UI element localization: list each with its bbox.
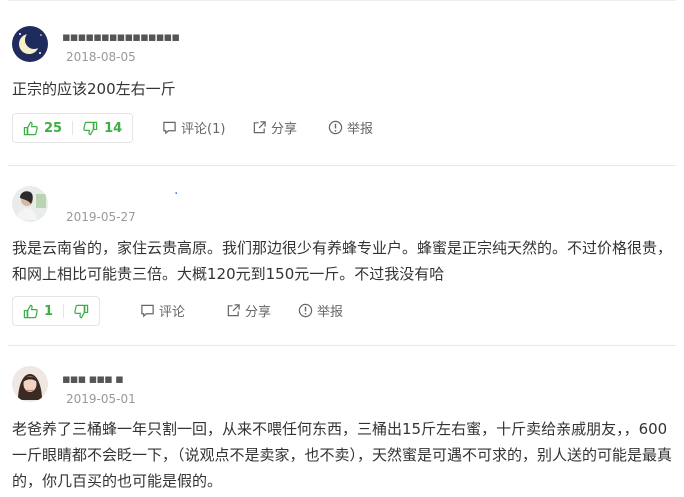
- like-count: 25: [44, 120, 63, 136]
- share-button[interactable]: 分享: [226, 296, 271, 324]
- comment-button[interactable]: 评论(1): [162, 113, 225, 141]
- dislike-button[interactable]: 14: [73, 114, 132, 142]
- user-photo-avatar-icon: [12, 186, 48, 222]
- comment-actions: 25 14 评论(1) 分享 举报: [12, 113, 672, 143]
- comment-date: 2019-05-01: [66, 392, 136, 406]
- thumbs-up-icon: [23, 304, 38, 318]
- username[interactable]: ▪▪▪ ▪▪▪ ▪: [62, 372, 124, 387]
- comment-text: 我是云南省的，家住云贵高原。我们那边很少有养蜂专业户。蜂蜜是正宗纯天然的。不过价…: [12, 239, 673, 283]
- username[interactable]: ▪▪▪▪▪▪▪▪▪▪▪▪▪▪▪: [62, 30, 180, 45]
- comment-date: 2018-08-05: [66, 50, 136, 64]
- like-button[interactable]: 1: [13, 297, 63, 325]
- share-button[interactable]: 分享: [252, 113, 297, 141]
- share-label: 分享: [245, 304, 272, 320]
- moon-avatar-icon: [12, 26, 48, 62]
- report-button[interactable]: 举报: [328, 113, 373, 141]
- comment-label: 评论: [159, 304, 186, 320]
- thumbs-up-icon: [23, 121, 38, 135]
- comment-label: 评论(1): [181, 121, 226, 137]
- share-icon: [253, 120, 266, 133]
- avatar[interactable]: [12, 186, 48, 222]
- report-icon: [298, 303, 313, 317]
- share-icon: [227, 303, 240, 316]
- comment-icon: [141, 304, 154, 317]
- comment-divider: [8, 345, 676, 346]
- comment-icon: [163, 121, 176, 134]
- report-icon: [328, 120, 343, 134]
- dislike-button[interactable]: [64, 297, 99, 325]
- user-photo-avatar-icon: [12, 366, 48, 402]
- avatar[interactable]: [12, 26, 48, 62]
- dislike-count: 14: [104, 120, 123, 136]
- username[interactable]: ·: [174, 186, 179, 202]
- comment-divider: [8, 165, 676, 166]
- vote-box: 1: [12, 296, 101, 326]
- share-label: 分享: [271, 121, 298, 137]
- thumbs-down-icon: [83, 121, 98, 135]
- comment-button[interactable]: 评论: [140, 296, 185, 324]
- comment-actions: 1 评论 分享 举报: [12, 296, 672, 326]
- like-button[interactable]: 25: [13, 114, 72, 142]
- vote-box: 25 14: [12, 113, 134, 143]
- report-label: 举报: [347, 121, 374, 137]
- like-count: 1: [44, 303, 54, 319]
- comment-text: 老爸养了三桶蜂一年只割一回，从来不喂任何东西，三桶出15斤左右蜜，十斤卖给亲戚朋…: [12, 420, 673, 490]
- top-divider: [8, 0, 676, 1]
- avatar[interactable]: [12, 366, 48, 402]
- comment-text: 正宗的应该200左右一斤: [12, 80, 176, 98]
- report-label: 举报: [317, 304, 344, 320]
- comment-date: 2019-05-27: [66, 210, 136, 224]
- thumbs-down-icon: [74, 304, 89, 318]
- report-button[interactable]: 举报: [298, 296, 343, 324]
